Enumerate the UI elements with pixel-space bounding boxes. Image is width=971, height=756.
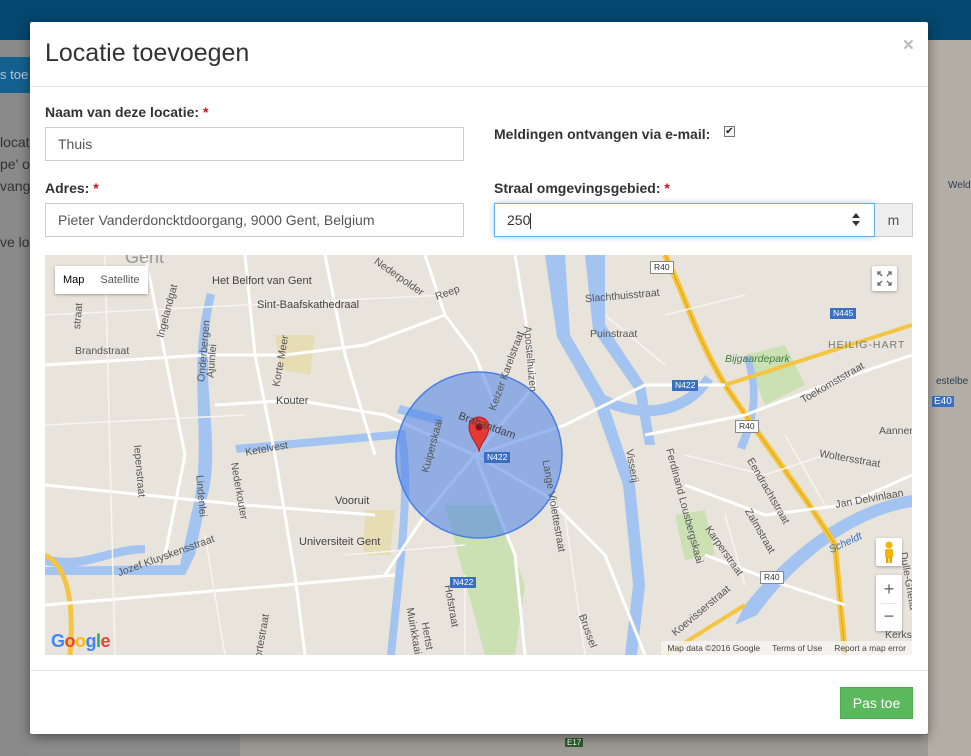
map-label: Vooruit <box>335 495 370 507</box>
fullscreen-icon <box>877 271 892 286</box>
map-type-satellite-button[interactable]: Satellite <box>92 266 147 294</box>
fullscreen-button[interactable] <box>872 266 897 291</box>
required-marker: * <box>664 180 670 196</box>
pegman-icon <box>885 541 893 563</box>
map-type-control: Map Satellite <box>55 266 148 294</box>
background-map-label: estelbe <box>936 376 969 387</box>
address-label: Adres: * <box>45 180 99 196</box>
background-tab: s toe <box>0 57 30 93</box>
radius-label-text: Straal omgevingsgebied: <box>494 180 661 196</box>
road-shield: R40 <box>650 261 674 274</box>
street-view-button[interactable] <box>876 538 902 566</box>
map-label: HEILIG-HART <box>828 339 906 351</box>
background-text-3: vang <box>0 178 30 194</box>
apply-button[interactable]: Pas toe <box>840 687 913 719</box>
address-label-text: Adres: <box>45 180 90 196</box>
email-notification-label: Meldingen ontvangen via e-mail: <box>494 126 711 142</box>
map-label: Bijgaardepark <box>725 353 790 365</box>
close-button[interactable]: × <box>903 35 914 57</box>
background-text-4: ve loc <box>0 234 30 250</box>
background-map-label: Welde <box>948 180 971 191</box>
road-shield: N422 <box>484 452 511 463</box>
zoom-control: + − <box>876 575 902 631</box>
zoom-in-button[interactable]: + <box>876 575 902 603</box>
add-location-modal: Locatie toevoegen × Naam van deze locati… <box>30 22 928 734</box>
map-label: Puinstraat <box>590 328 638 340</box>
road-shield: R40 <box>735 420 759 433</box>
map-label: Universiteit Gent <box>299 536 381 548</box>
spinner-up-icon[interactable] <box>852 213 860 218</box>
spinner-down-icon[interactable] <box>852 221 860 226</box>
background-map-bottom: E17 <box>240 735 928 756</box>
report-map-error-link[interactable]: Report a map error <box>834 641 906 655</box>
background-text-2: pe' or <box>0 156 30 172</box>
name-label: Naam van deze locatie: * <box>45 104 208 120</box>
map-canvas <box>45 255 912 655</box>
road-shield: N422 <box>672 380 699 391</box>
map-label: Kouter <box>276 395 309 407</box>
name-label-text: Naam van deze locatie: <box>45 104 200 120</box>
radius-value: 250 <box>507 212 531 228</box>
road-shield: N445 <box>830 308 857 319</box>
radius-number-input[interactable]: 250 <box>494 203 875 237</box>
road-shield: R40 <box>760 571 784 584</box>
modal-title: Locatie toevoegen <box>45 39 250 67</box>
number-spinner[interactable] <box>852 212 862 228</box>
background-text-1: locati <box>0 134 30 150</box>
map-type-map-button[interactable]: Map <box>55 266 92 294</box>
map-label: Aannem <box>879 425 912 437</box>
zoom-out-button[interactable]: − <box>876 604 902 631</box>
modal-footer: Pas toe <box>30 670 928 734</box>
address-input[interactable]: Pieter Vanderdoncktdoorgang, 9000 Gent, … <box>45 203 464 237</box>
required-marker: * <box>202 104 209 120</box>
modal-header: Locatie toevoegen × <box>30 22 928 87</box>
terms-of-use-link[interactable]: Terms of Use <box>772 641 822 655</box>
text-cursor <box>530 213 532 230</box>
background-map-right: Welde estelbe E40 <box>928 40 971 756</box>
map-label: Brandstraat <box>75 345 130 357</box>
map-label: Het Belfort van Gent <box>212 275 312 287</box>
background-road-label: E17 <box>565 738 584 747</box>
location-name-input[interactable]: Thuis <box>45 127 464 161</box>
radius-label: Straal omgevingsgebied: * <box>494 180 670 196</box>
radius-unit-addon: m <box>875 203 913 237</box>
location-map[interactable]: Gent Het Belfort van Gent Sint-Baafskath… <box>45 255 912 655</box>
map-label: straat <box>71 302 86 330</box>
road-shield: N422 <box>450 577 477 588</box>
google-logo[interactable]: Google <box>51 631 111 652</box>
map-label: Sint-Baafskathedraal <box>257 299 360 311</box>
map-attribution: Map data ©2016 Google Terms of Use Repor… <box>661 641 912 655</box>
background-map-label: E40 <box>932 396 954 407</box>
map-data-credit: Map data ©2016 Google <box>667 643 761 653</box>
email-notification-checkbox[interactable]: ✔ <box>724 126 735 137</box>
required-marker: * <box>93 180 99 196</box>
